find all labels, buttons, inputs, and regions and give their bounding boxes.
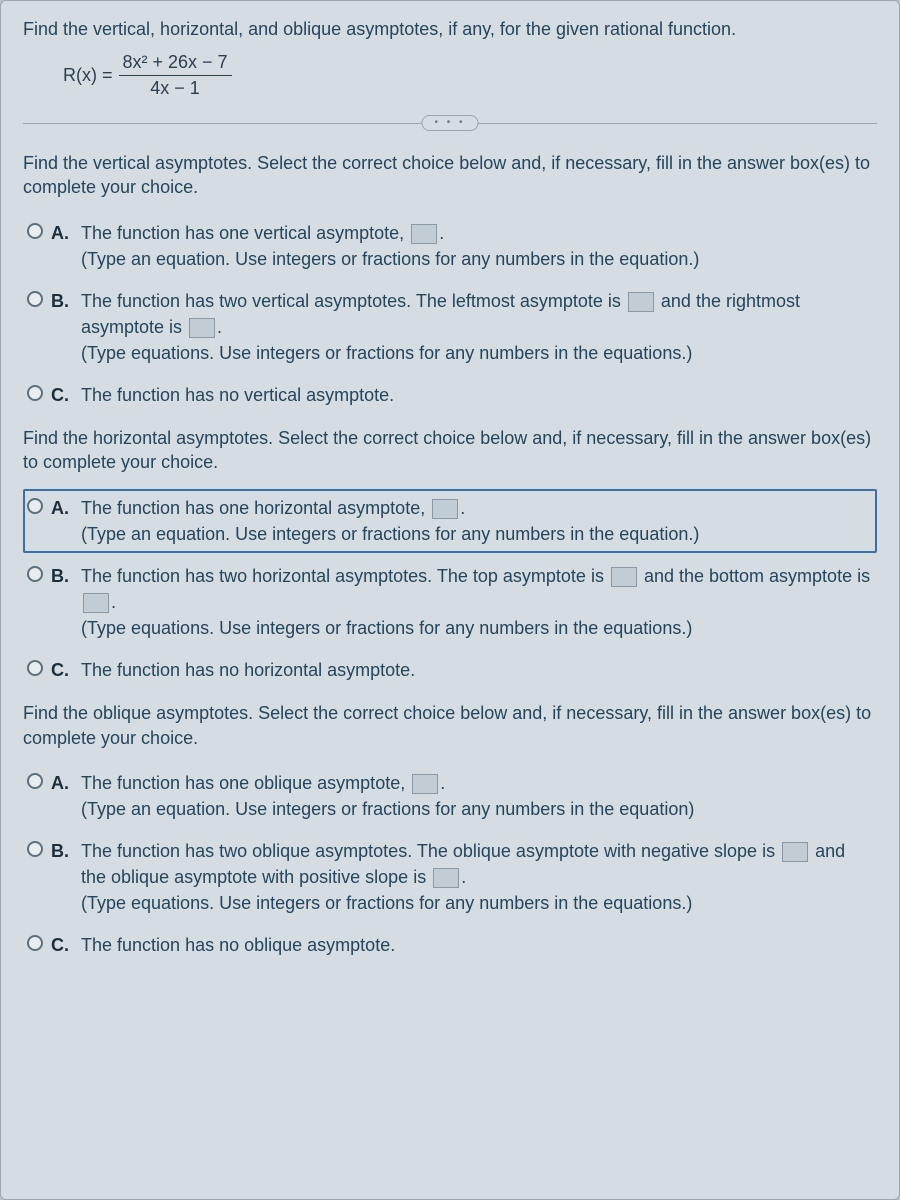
choice-hint: (Type an equation. Use integers or fract… <box>81 246 873 272</box>
radio-icon[interactable] <box>27 498 43 514</box>
answer-input[interactable] <box>412 774 438 794</box>
horizontal-choices: A. The function has one horizontal asymp… <box>23 489 877 690</box>
choice-text: The function has no horizontal asymptote… <box>81 657 873 683</box>
question-header: Find the vertical, horizontal, and obliq… <box>23 19 877 40</box>
choice-text: The function has no oblique asymptote. <box>81 932 873 958</box>
radio-icon[interactable] <box>27 223 43 239</box>
question-page: Find the vertical, horizontal, and obliq… <box>0 0 900 1200</box>
equation-fraction: 8x² + 26x − 7 4x − 1 <box>119 52 232 99</box>
section-divider: • • • <box>23 113 877 133</box>
choice-hint: (Type an equation. Use integers or fract… <box>81 796 873 822</box>
answer-input[interactable] <box>611 567 637 587</box>
answer-input[interactable] <box>189 318 215 338</box>
choice-letter: A. <box>51 495 73 521</box>
choice-text: The function has no vertical asymptote. <box>81 382 873 408</box>
oblique-choices: A. The function has one oblique asymptot… <box>23 764 877 965</box>
horizontal-choice-c[interactable]: C. The function has no horizontal asympt… <box>23 651 877 689</box>
choice-letter: A. <box>51 770 73 796</box>
radio-icon[interactable] <box>27 773 43 789</box>
choice-letter: B. <box>51 288 73 314</box>
answer-input[interactable] <box>628 292 654 312</box>
choice-letter: C. <box>51 932 73 958</box>
choice-text: The function has one horizontal asymptot… <box>81 495 873 547</box>
choice-letter: B. <box>51 838 73 864</box>
choice-letter: A. <box>51 220 73 246</box>
radio-icon[interactable] <box>27 841 43 857</box>
horizontal-prompt: Find the horizontal asymptotes. Select t… <box>23 426 877 475</box>
oblique-choice-a[interactable]: A. The function has one oblique asymptot… <box>23 764 877 828</box>
equation-lhs: R(x) = <box>63 65 113 86</box>
equation-denominator: 4x − 1 <box>146 76 204 99</box>
vertical-choices: A. The function has one vertical asympto… <box>23 214 877 415</box>
vertical-prompt: Find the vertical asymptotes. Select the… <box>23 151 877 200</box>
vertical-choice-b[interactable]: B. The function has two vertical asympto… <box>23 282 877 372</box>
choice-letter: C. <box>51 657 73 683</box>
oblique-choice-b[interactable]: B. The function has two oblique asymptot… <box>23 832 877 922</box>
answer-input[interactable] <box>433 868 459 888</box>
radio-icon[interactable] <box>27 385 43 401</box>
choice-text: The function has two vertical asymptotes… <box>81 288 873 366</box>
answer-input[interactable] <box>411 224 437 244</box>
oblique-choice-c[interactable]: C. The function has no oblique asymptote… <box>23 926 877 964</box>
answer-input[interactable] <box>432 499 458 519</box>
oblique-prompt: Find the oblique asymptotes. Select the … <box>23 701 877 750</box>
vertical-choice-c[interactable]: C. The function has no vertical asymptot… <box>23 376 877 414</box>
choice-hint: (Type equations. Use integers or fractio… <box>81 615 873 641</box>
choice-hint: (Type equations. Use integers or fractio… <box>81 340 873 366</box>
radio-icon[interactable] <box>27 660 43 676</box>
radio-icon[interactable] <box>27 291 43 307</box>
choice-hint: (Type an equation. Use integers or fract… <box>81 521 873 547</box>
horizontal-choice-b[interactable]: B. The function has two horizontal asymp… <box>23 557 877 647</box>
more-dots[interactable]: • • • <box>421 115 478 131</box>
radio-icon[interactable] <box>27 935 43 951</box>
choice-text: The function has one vertical asymptote,… <box>81 220 873 272</box>
equation: R(x) = 8x² + 26x − 7 4x − 1 <box>63 52 877 99</box>
choice-text: The function has two oblique asymptotes.… <box>81 838 873 916</box>
choice-letter: B. <box>51 563 73 589</box>
choice-text: The function has two horizontal asymptot… <box>81 563 873 641</box>
answer-input[interactable] <box>83 593 109 613</box>
vertical-choice-a[interactable]: A. The function has one vertical asympto… <box>23 214 877 278</box>
answer-input[interactable] <box>782 842 808 862</box>
choice-hint: (Type equations. Use integers or fractio… <box>81 890 873 916</box>
equation-numerator: 8x² + 26x − 7 <box>119 52 232 76</box>
choice-text: The function has one oblique asymptote, … <box>81 770 873 822</box>
horizontal-choice-a[interactable]: A. The function has one horizontal asymp… <box>23 489 877 553</box>
radio-icon[interactable] <box>27 566 43 582</box>
choice-letter: C. <box>51 382 73 408</box>
